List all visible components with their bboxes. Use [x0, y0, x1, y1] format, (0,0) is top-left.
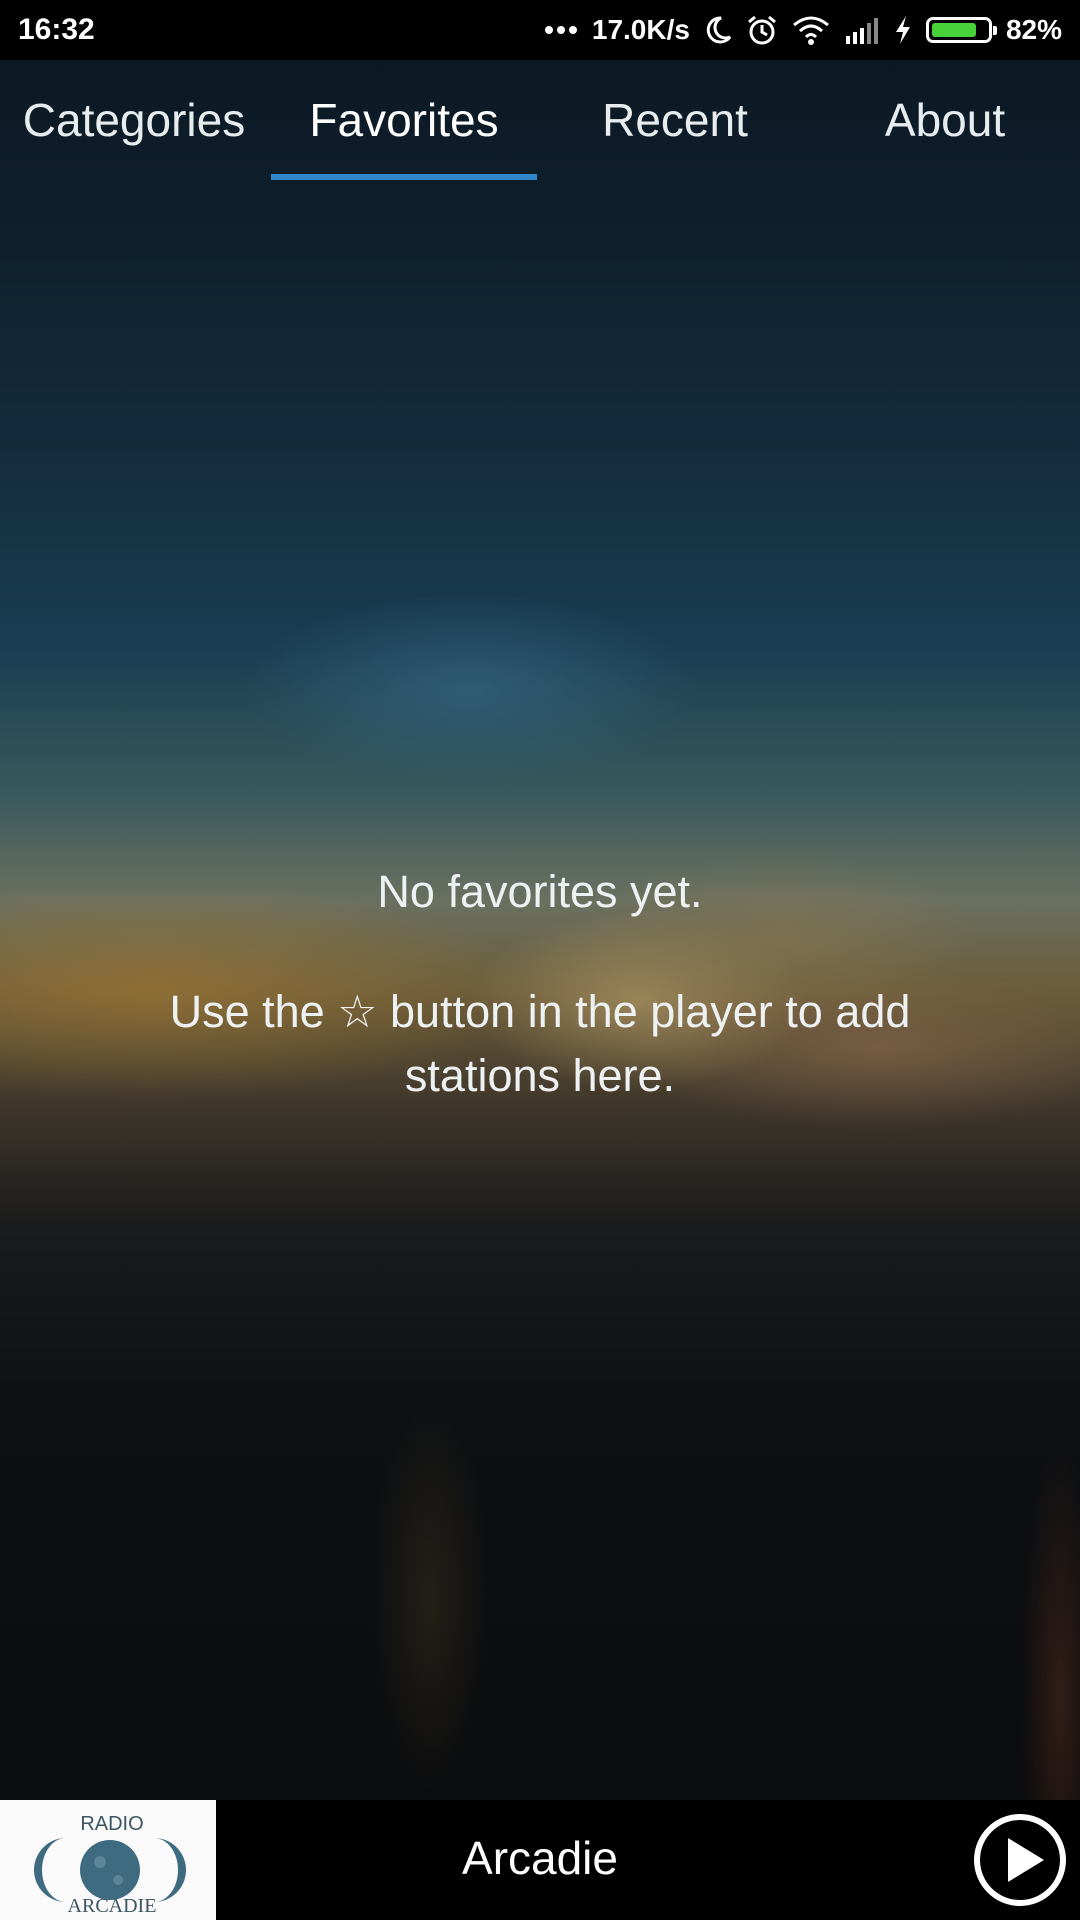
battery-icon	[925, 17, 997, 43]
tab-selected-indicator	[271, 174, 537, 180]
play-button[interactable]	[972, 1812, 1068, 1908]
empty-favorites-message: No favorites yet. Use the ☆ button in th…	[100, 860, 980, 1108]
alarm-icon	[746, 14, 778, 46]
battery-level	[931, 23, 976, 37]
play-circle-icon	[974, 1814, 1066, 1906]
tab-categories[interactable]: Categories	[0, 60, 268, 180]
network-speed: 17.0K/s	[591, 14, 690, 45]
station-logo[interactable]: RADIO ARCADIE	[0, 1800, 216, 1920]
mini-player[interactable]: RADIO ARCADIE Arcadie	[0, 1800, 1080, 1920]
station-name[interactable]: Arcadie	[216, 1800, 864, 1920]
battery-percent: 82%	[1005, 14, 1062, 45]
empty-instructions: Use the ☆ button in the player to add st…	[169, 986, 911, 1101]
empty-title: No favorites yet.	[377, 866, 703, 917]
tab-bar: Categories Favorites Recent About	[0, 60, 1080, 180]
status-bar: 16:32 17.0K/s 82%	[0, 0, 1080, 60]
tab-recent[interactable]: Recent	[540, 60, 810, 180]
logo-full-moon	[80, 1840, 140, 1900]
wifi-icon	[792, 15, 830, 45]
tab-about[interactable]: About	[810, 60, 1080, 180]
moon-icon	[704, 15, 732, 45]
status-icons: 17.0K/s 82%	[544, 0, 1062, 60]
signal-icon	[844, 16, 880, 44]
logo-left-crescent	[34, 1838, 66, 1902]
logo-right-crescent	[154, 1838, 186, 1902]
status-time: 16:32	[18, 13, 95, 46]
logo-bottom-text: ARCADIE	[68, 1895, 157, 1917]
tab-favorites[interactable]: Favorites	[270, 60, 538, 180]
more-dots-icon	[544, 25, 578, 35]
charging-bolt-icon	[894, 15, 912, 45]
logo-top-text: RADIO	[80, 1813, 143, 1835]
